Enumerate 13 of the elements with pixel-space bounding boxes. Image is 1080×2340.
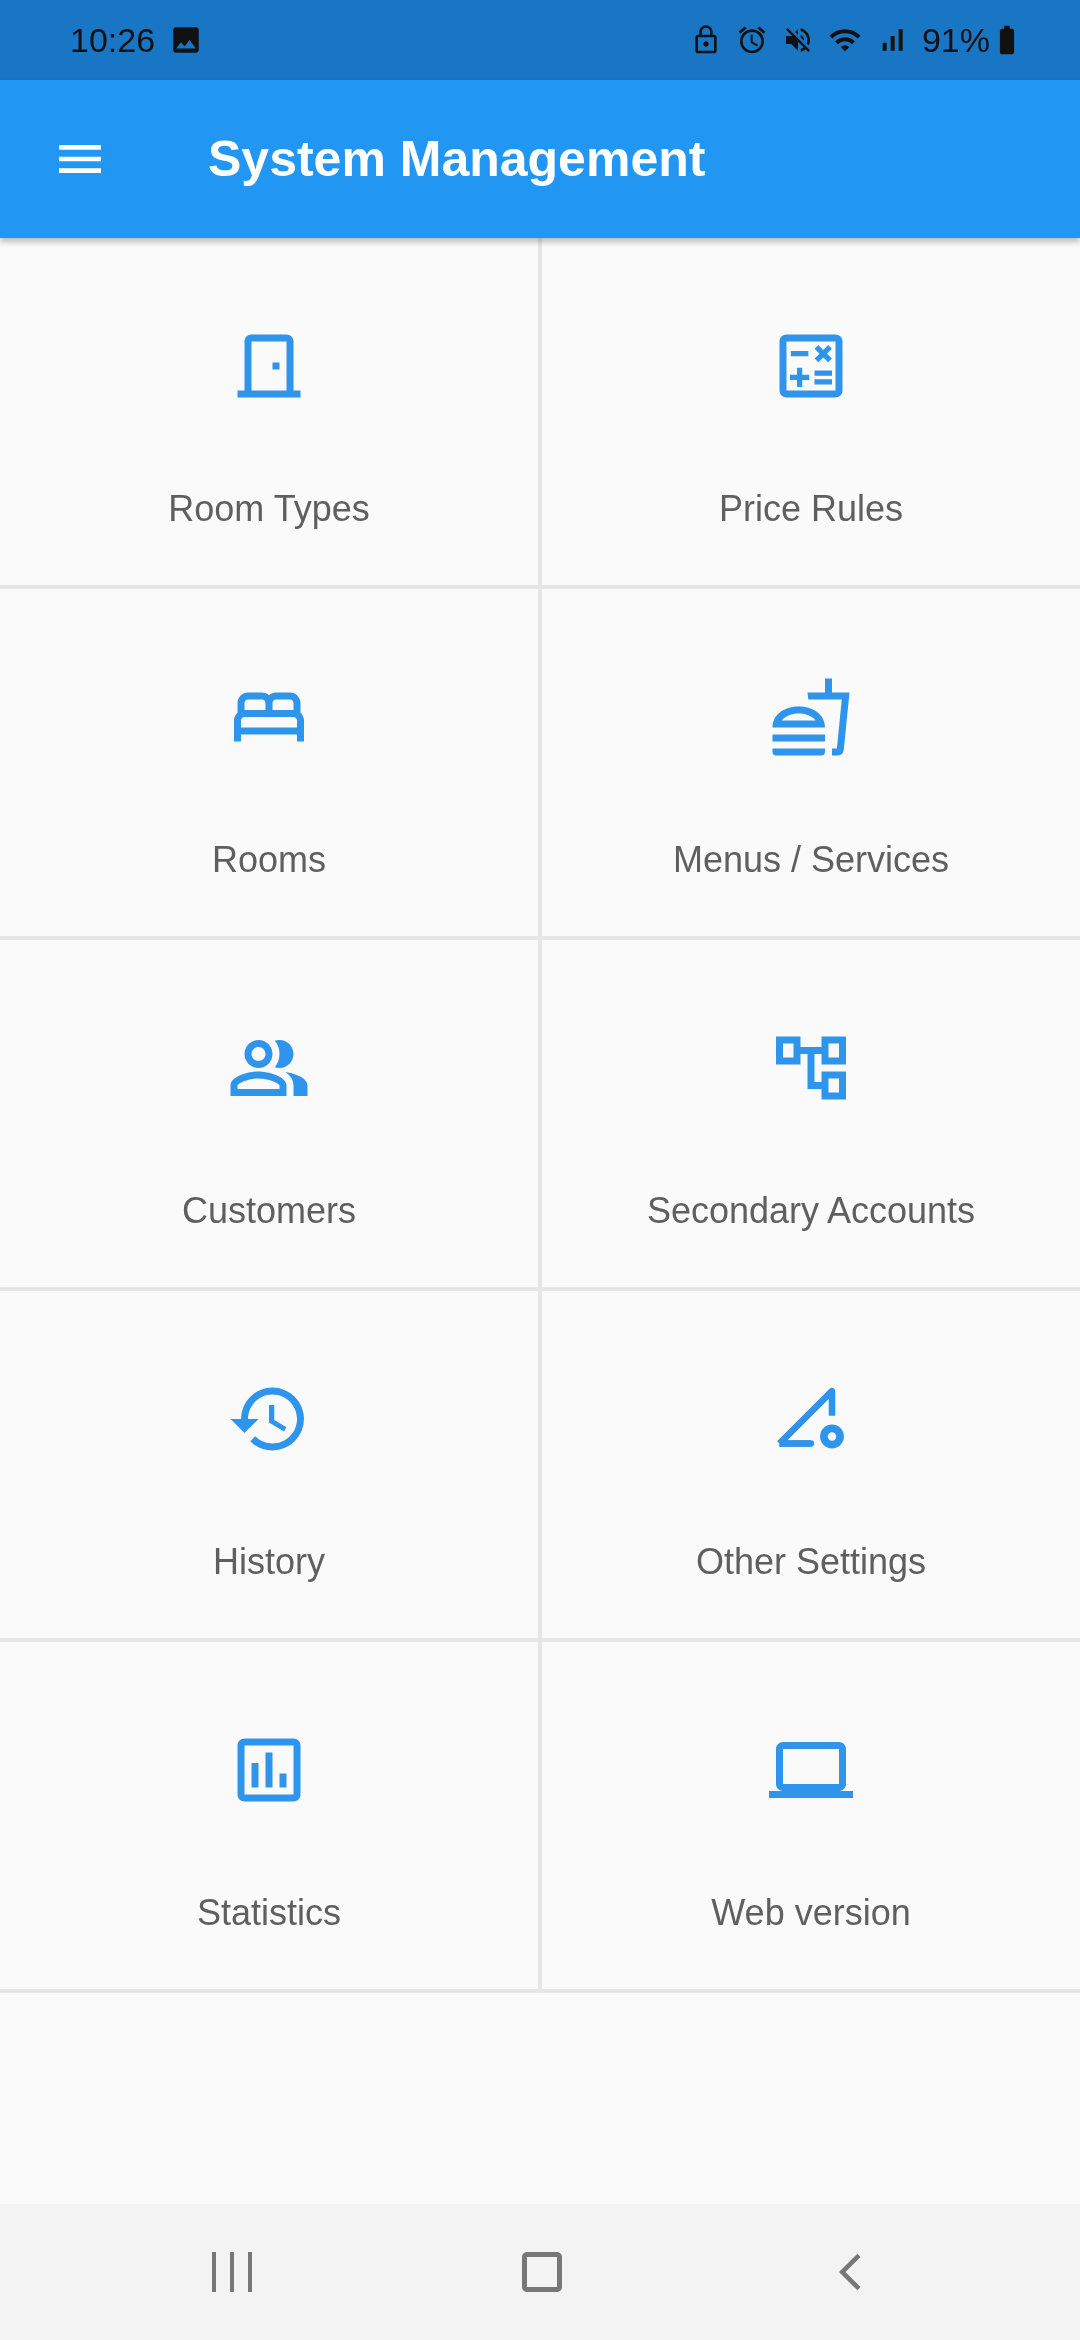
app-title: System Management xyxy=(208,130,706,188)
menu-tile[interactable]: Statistics xyxy=(0,1642,538,1989)
menu-tile[interactable]: Web version xyxy=(542,1642,1080,1989)
menu-tile[interactable]: Customers xyxy=(0,940,538,1287)
menu-tile[interactable]: Menus / Services xyxy=(542,589,1080,936)
menu-tile[interactable]: Price Rules xyxy=(542,238,1080,585)
menu-tile[interactable]: Other Settings xyxy=(542,1291,1080,1638)
battery-percent: 91% xyxy=(921,20,990,60)
menu-tile[interactable]: Room Types xyxy=(0,238,538,585)
menu-tile[interactable]: Rooms xyxy=(0,589,538,936)
menu-tile[interactable]: History xyxy=(0,1291,538,1638)
clock-time: 10:26 xyxy=(70,20,156,60)
menu-tile[interactable]: Secondary Accounts xyxy=(542,940,1080,1287)
